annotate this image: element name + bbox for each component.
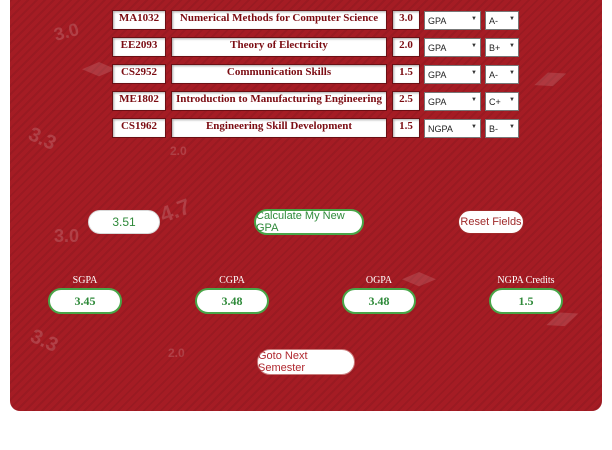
course-code: CS1962 — [112, 118, 166, 138]
watermark-number: 2.0 — [168, 346, 185, 360]
caret-down-icon: ▼ — [509, 97, 515, 103]
watermark-number: 3.3 — [26, 325, 62, 357]
caret-down-icon: ▼ — [471, 97, 477, 103]
next-semester-button[interactable]: Goto Next Semester — [257, 349, 355, 375]
course-grade-value: B+ — [489, 42, 501, 53]
watermark-number: 3.0 — [51, 19, 82, 45]
course-type-value: GPA — [428, 42, 447, 53]
course-credits: 3.0 — [392, 10, 420, 30]
course-name: Theory of Electricity — [171, 37, 387, 57]
watermark-number: 3.0 — [54, 226, 80, 246]
course-type-select[interactable]: GPA ▼ — [424, 38, 481, 57]
caret-down-icon: ▼ — [509, 70, 515, 76]
course-credits: 2.0 — [392, 37, 420, 57]
cgpa-label: CGPA — [219, 275, 245, 286]
course-name: Introduction to Manufacturing Engineerin… — [171, 91, 387, 111]
course-type-value: GPA — [428, 96, 447, 107]
caret-down-icon: ▼ — [509, 16, 515, 22]
sgpa-label: SGPA — [72, 275, 98, 286]
graduation-cap-icon — [532, 67, 570, 96]
caret-down-icon: ▼ — [509, 124, 515, 130]
current-gpa-input[interactable]: 3.51 — [88, 210, 160, 234]
course-type-select[interactable]: GPA ▼ — [424, 65, 481, 84]
course-credits: 2.5 — [392, 91, 420, 111]
caret-down-icon: ▼ — [509, 43, 515, 49]
course-code: ME1802 — [112, 91, 166, 111]
course-grade-select[interactable]: A- ▼ — [485, 65, 519, 84]
watermark-number: 3.3 — [24, 123, 60, 155]
course-type-select[interactable]: NGPA ▼ — [424, 119, 481, 138]
ogpa-label: OGPA — [365, 275, 393, 286]
course-grade-select[interactable]: B- ▼ — [485, 119, 519, 138]
reset-fields-button[interactable]: Reset Fields — [458, 210, 524, 234]
course-code: CS2952 — [112, 64, 166, 84]
caret-down-icon: ▼ — [471, 16, 477, 22]
course-grade-value: B- — [489, 123, 498, 134]
watermark-number: 4.7 — [156, 193, 194, 228]
caret-down-icon: ▼ — [471, 124, 477, 130]
course-name: Communication Skills — [171, 64, 387, 84]
course-type-value: GPA — [428, 15, 447, 26]
course-grade-select[interactable]: C+ ▼ — [485, 92, 519, 111]
ogpa-value: 3.48 — [342, 288, 416, 314]
course-grade-value: A- — [489, 15, 498, 26]
caret-down-icon: ▼ — [471, 70, 477, 76]
course-type-select[interactable]: GPA ▼ — [424, 92, 481, 111]
sgpa-value: 3.45 — [48, 288, 122, 314]
ngpa-credits-value: 1.5 — [489, 288, 563, 314]
calculator-panel: 3.0 3.3 2.0 4.7 3.0 3.3 2.0 MA1032 Numer… — [10, 0, 602, 411]
course-credits: 1.5 — [392, 118, 420, 138]
watermark-number: 2.0 — [170, 144, 187, 158]
ngpa-credits-label: NGPA Credits — [497, 275, 555, 286]
course-grade-select[interactable]: B+ ▼ — [485, 38, 519, 57]
course-grade-select[interactable]: A- ▼ — [485, 11, 519, 30]
course-type-value: GPA — [428, 69, 447, 80]
course-grade-value: C+ — [489, 96, 501, 107]
course-type-value: NGPA — [428, 123, 453, 134]
caret-down-icon: ▼ — [471, 43, 477, 49]
course-type-select[interactable]: GPA ▼ — [424, 11, 481, 30]
course-code: EE2093 — [112, 37, 166, 57]
course-credits: 1.5 — [392, 64, 420, 84]
course-name: Engineering Skill Development — [171, 118, 387, 138]
course-code: MA1032 — [112, 10, 166, 30]
calculate-gpa-button[interactable]: Calculate My New GPA — [254, 209, 364, 235]
course-grade-value: A- — [489, 69, 498, 80]
cgpa-value: 3.48 — [195, 288, 269, 314]
graduation-cap-icon — [82, 62, 116, 77]
course-name: Numerical Methods for Computer Science — [171, 10, 387, 30]
